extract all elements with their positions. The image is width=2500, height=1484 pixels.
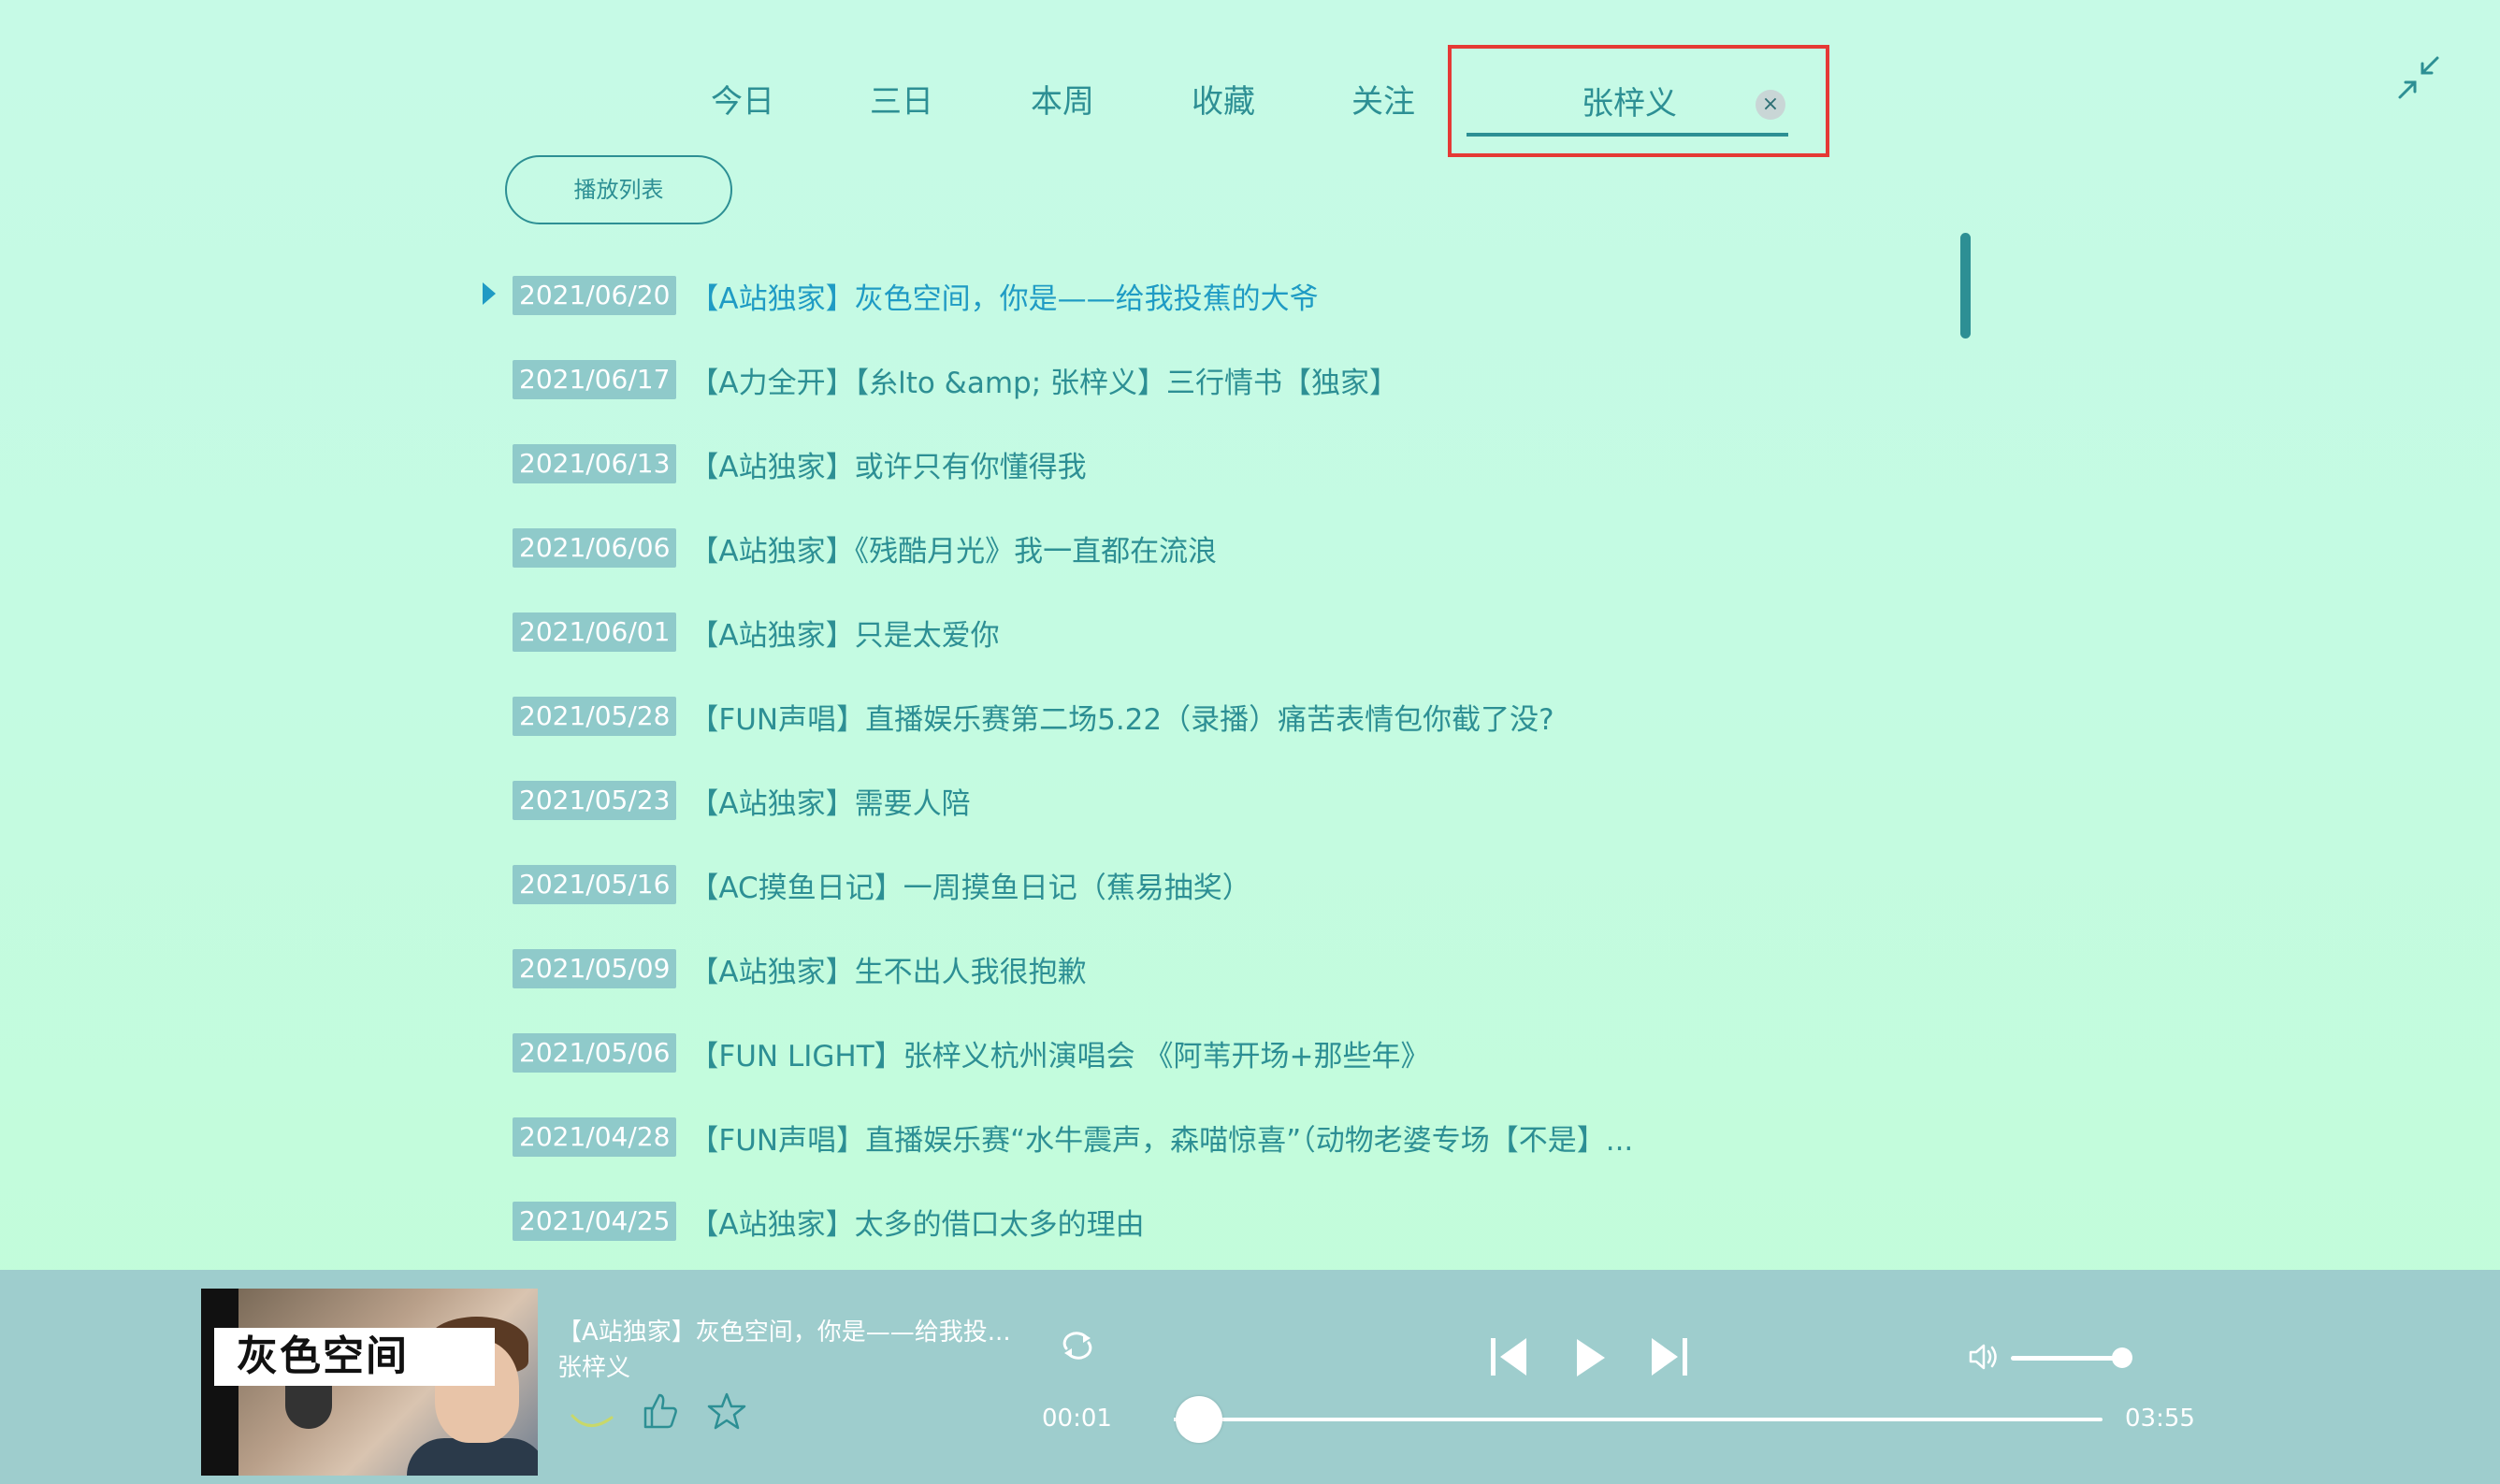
song-title: 【A站独家】或许只有你懂得我 xyxy=(689,450,1087,484)
song-title: 【A站独家】生不出人我很抱歉 xyxy=(689,955,1087,989)
tab-bar: 今日 三日 本周 收藏 关注 张梓义 × xyxy=(0,0,2500,157)
song-title: 【A站独家】灰色空间，你是——给我投蕉的大爷 xyxy=(689,281,1319,316)
cover-shirt xyxy=(407,1438,538,1476)
now-playing-artist[interactable]: 张梓义 xyxy=(557,1348,630,1383)
scrollbar-thumb[interactable] xyxy=(1960,233,1971,339)
tab-artist-label: 张梓义 xyxy=(1582,85,1677,122)
song-date: 2021/05/09 xyxy=(513,949,677,988)
now-playing-marker-icon xyxy=(483,282,496,305)
song-date: 2021/05/28 xyxy=(513,697,677,736)
previous-icon[interactable] xyxy=(1489,1335,1530,1378)
volume-slider[interactable] xyxy=(2011,1347,2132,1368)
song-row[interactable]: 2021/05/28 【FUN声唱】直播娱乐赛第二场5.22（录播）痛苦表情包你… xyxy=(513,696,1554,737)
song-row[interactable]: 2021/05/23 【A站独家】需要人陪 xyxy=(513,780,971,821)
song-row[interactable]: 2021/06/01 【A站独家】只是太爱你 xyxy=(513,612,1000,653)
song-date: 2021/06/06 xyxy=(513,528,677,568)
cover-caption: 灰色空间 xyxy=(214,1328,495,1386)
song-row[interactable]: 2021/06/20 【A站独家】灰色空间，你是——给我投蕉的大爷 xyxy=(513,275,1319,316)
song-date: 2021/06/20 xyxy=(513,276,677,315)
song-title: 【AC摸鱼日记】一周摸鱼日记（蕉易抽奖） xyxy=(689,871,1251,905)
song-row[interactable]: 2021/04/25 【A站独家】太多的借口太多的理由 xyxy=(513,1201,1145,1242)
progress-bar[interactable] xyxy=(1174,1396,2103,1443)
song-date: 2021/06/01 xyxy=(513,612,677,652)
song-row[interactable]: 2021/05/09 【A站独家】生不出人我很抱歉 xyxy=(513,948,1087,989)
next-icon[interactable] xyxy=(1648,1335,1689,1378)
song-title: 【A站独家】只是太爱你 xyxy=(689,618,1000,653)
volume-knob[interactable] xyxy=(2112,1347,2132,1368)
song-row[interactable]: 2021/06/06 【A站独家】《残酷月光》我一直都在流浪 xyxy=(513,527,1217,569)
now-playing-title: 【A站独家】灰色空间，你是——给我投... xyxy=(557,1318,1011,1347)
star-icon[interactable] xyxy=(707,1391,746,1431)
collapse-icon[interactable] xyxy=(2396,54,2443,101)
song-row[interactable]: 2021/04/28 【FUN声唱】直播娱乐赛“水牛震声，森喵惊喜”（动物老婆专… xyxy=(513,1117,1633,1158)
play-icon[interactable] xyxy=(1573,1337,1607,1378)
song-title: 【FUN声唱】直播娱乐赛“水牛震声，森喵惊喜”（动物老婆专场【不是】... xyxy=(689,1123,1634,1158)
song-row[interactable]: 2021/06/17 【A力全开】【糸lto &amp; 张梓义】三行情书【独家… xyxy=(513,359,1398,400)
tab-today[interactable]: 今日 xyxy=(703,79,782,125)
song-title: 【A站独家】《残酷月光》我一直都在流浪 xyxy=(689,534,1218,569)
song-title: 【A站独家】太多的借口太多的理由 xyxy=(689,1207,1145,1242)
volume-icon[interactable] xyxy=(1968,1341,2000,1373)
album-cover[interactable]: 灰色空间 xyxy=(201,1289,538,1476)
song-title: 【A站独家】需要人陪 xyxy=(689,786,971,821)
song-date: 2021/05/23 xyxy=(513,781,677,820)
thumbs-up-icon[interactable] xyxy=(642,1391,679,1431)
close-icon[interactable]: × xyxy=(1756,90,1785,120)
tab-this-week[interactable]: 本周 xyxy=(1023,79,1102,125)
tab-three-days[interactable]: 三日 xyxy=(862,79,941,125)
song-date: 2021/06/17 xyxy=(513,360,677,399)
song-title: 【A力全开】【糸lto &amp; 张梓义】三行情书【独家】 xyxy=(689,366,1399,400)
banana-icon[interactable] xyxy=(569,1399,615,1436)
song-date: 2021/06/13 xyxy=(513,444,677,483)
tab-artist-active[interactable]: 张梓义 × xyxy=(1448,45,1829,157)
song-row[interactable]: 2021/06/13 【A站独家】或许只有你懂得我 xyxy=(513,443,1087,484)
song-date: 2021/04/28 xyxy=(513,1117,677,1157)
current-time: 00:01 xyxy=(1042,1405,1112,1433)
song-date: 2021/05/06 xyxy=(513,1033,677,1073)
song-title: 【FUN LIGHT】张梓义杭州演唱会 《阿苇开场+那些年》 xyxy=(689,1039,1430,1073)
song-row[interactable]: 2021/05/06 【FUN LIGHT】张梓义杭州演唱会 《阿苇开场+那些年… xyxy=(513,1032,1429,1073)
playlist-button[interactable]: 播放列表 xyxy=(505,155,732,224)
song-date: 2021/04/25 xyxy=(513,1202,677,1241)
song-date: 2021/05/16 xyxy=(513,865,677,904)
loop-icon[interactable] xyxy=(1061,1330,1094,1362)
total-time: 03:55 xyxy=(2125,1405,2195,1433)
tab-favorites[interactable]: 收藏 xyxy=(1184,79,1263,125)
tab-following[interactable]: 关注 xyxy=(1344,79,1423,125)
song-row[interactable]: 2021/05/16 【AC摸鱼日记】一周摸鱼日记（蕉易抽奖） xyxy=(513,864,1251,905)
active-tab-underline xyxy=(1467,133,1788,137)
player-bar: 灰色空间 【A站独家】灰色空间，你是——给我投... 张梓义 00:01 03:… xyxy=(0,1270,2500,1484)
song-title: 【FUN声唱】直播娱乐赛第二场5.22（录播）痛苦表情包你截了没? xyxy=(689,702,1554,737)
progress-knob[interactable] xyxy=(1175,1396,1222,1443)
